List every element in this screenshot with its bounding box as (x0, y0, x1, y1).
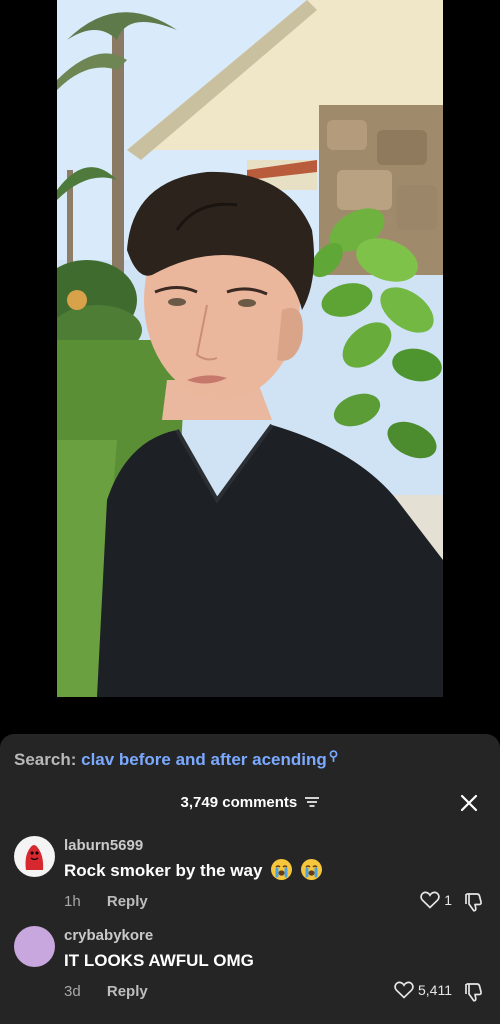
like-button[interactable]: 1 (420, 891, 452, 909)
search-icon: ⚲ (328, 748, 339, 763)
comment-text: IT LOOKS AWFUL OMG (64, 951, 254, 970)
sort-filter-icon[interactable] (305, 797, 320, 807)
comment-username[interactable]: crybabykore (64, 927, 153, 944)
comment-text: Rock smoker by the way (64, 859, 322, 882)
like-count: 5,411 (418, 982, 452, 998)
reply-button[interactable]: Reply (107, 983, 148, 1000)
video-frame (57, 0, 443, 697)
reply-button[interactable]: Reply (107, 893, 148, 910)
heart-icon (394, 981, 414, 999)
comment-text-body: Rock smoker by the way (64, 861, 263, 880)
comment-meta: 3d Reply (64, 983, 148, 1000)
avatar[interactable] (14, 836, 55, 877)
comments-header: 3,749 comments (0, 794, 500, 811)
like-count: 1 (444, 892, 452, 908)
comment-time: 1h (64, 893, 81, 910)
heart-icon (420, 891, 440, 909)
search-label: Search: (14, 750, 77, 769)
dislike-icon[interactable] (462, 891, 484, 913)
video-player[interactable] (0, 0, 500, 730)
close-icon[interactable] (458, 792, 480, 814)
comment-username[interactable]: laburn5699 (64, 837, 143, 854)
related-search[interactable]: Search: clav before and after acending ⚲ (14, 748, 339, 770)
loudly-crying-face-icon (300, 859, 322, 881)
loudly-crying-face-icon (271, 859, 293, 881)
comment-meta: 1h Reply (64, 893, 148, 910)
comments-sheet: Search: clav before and after acending ⚲ … (0, 734, 500, 1024)
like-button[interactable]: 5,411 (394, 981, 452, 999)
search-query-link[interactable]: clav before and after acending (81, 750, 327, 769)
dislike-icon[interactable] (462, 981, 484, 1003)
comment-count: 3,749 comments (180, 794, 298, 811)
avatar[interactable] (14, 926, 55, 967)
comment-time: 3d (64, 983, 81, 1000)
